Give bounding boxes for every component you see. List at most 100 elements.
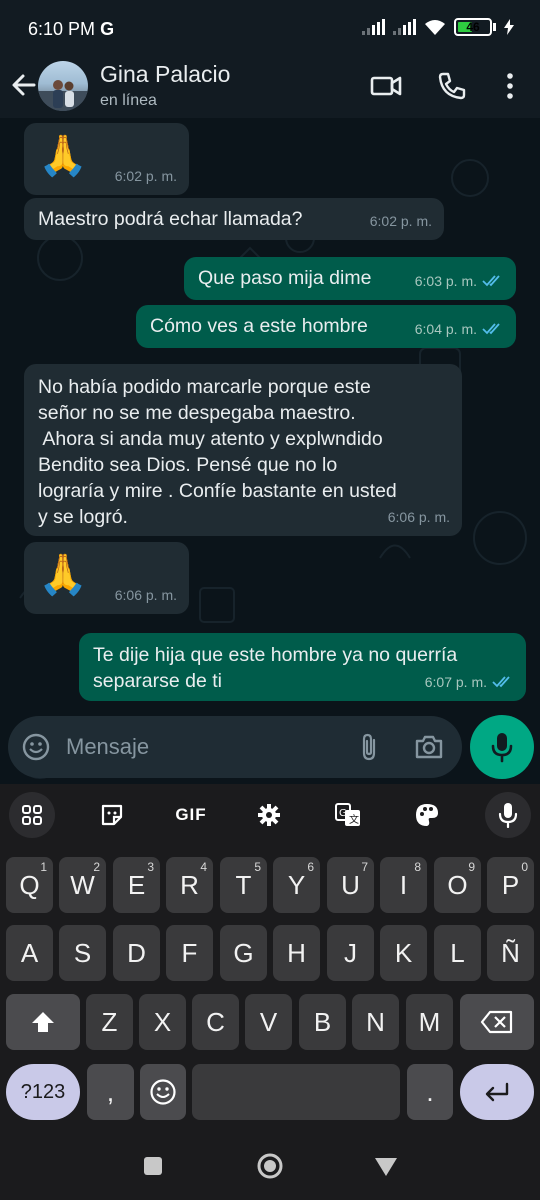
key-s[interactable]: S [59,925,106,981]
message-line: lograría y mire . Confíe bastante en ust… [38,480,397,502]
key-v[interactable]: V [245,994,292,1050]
message-line: No había podido marcarle porque este [38,376,371,398]
status-icons: 46 [362,18,514,36]
key-r[interactable]: R4 [166,857,213,913]
home-circle-icon[interactable] [256,1152,284,1180]
message-bubble-incoming[interactable]: No había podido marcarle porque este señ… [24,364,462,536]
key-n[interactable]: N [352,994,399,1050]
key-x[interactable]: X [139,994,186,1050]
on-screen-keyboard: GIF G文 Q1 W2 E3 R4 T5 Y6 U7 I8 O9 P0 A S… [0,784,540,1128]
message-time: 6:02 p. m. [369,213,432,229]
key-u[interactable]: U7 [327,857,374,913]
message-input-field[interactable]: Mensaje [66,734,149,760]
key-y[interactable]: Y6 [273,857,320,913]
key-h[interactable]: H [273,925,320,981]
period-key[interactable]: . [407,1064,453,1120]
message-bubble-outgoing[interactable]: Cómo ves a este hombre 6:04 p. m. [136,305,516,348]
attach-paperclip-icon[interactable] [357,732,381,762]
translate-icon[interactable]: G文 [325,792,371,838]
key-e[interactable]: E3 [113,857,160,913]
voice-message-button[interactable] [470,715,534,779]
video-call-icon[interactable] [368,68,404,104]
phone-icon[interactable] [434,68,470,104]
key-j[interactable]: J [327,925,374,981]
back-arrow-icon[interactable] [10,70,38,100]
gif-button[interactable]: GIF [168,792,214,838]
sticker-icon[interactable] [89,792,135,838]
palette-icon[interactable] [404,792,450,838]
message-time: 6:06 p. m. [387,509,450,525]
key-b[interactable]: B [299,994,346,1050]
key-i[interactable]: I8 [380,857,427,913]
shift-arrow-icon [32,1012,54,1032]
message-input-bar[interactable]: Mensaje [8,716,462,778]
chat-header: Gina Palacio en línea [0,56,540,118]
key-enye[interactable]: Ñ [487,925,534,981]
key-w[interactable]: W2 [59,857,106,913]
apps-grid-icon[interactable] [9,792,55,838]
enter-key[interactable] [460,1064,534,1120]
chat-area[interactable]: 🙏 6:02 p. m. Maestro podrá echar llamada… [0,118,540,782]
read-receipt-ticks-icon [482,323,500,335]
key-g[interactable]: G [220,925,267,981]
read-receipt-ticks-icon [492,676,510,688]
contact-status: en línea [100,92,157,109]
settings-gear-icon[interactable] [246,792,292,838]
spacebar[interactable] [192,1064,400,1120]
enter-arrow-icon [485,1082,509,1102]
system-navigation-bar [0,1128,540,1200]
camera-icon[interactable] [414,734,444,760]
key-t[interactable]: T5 [220,857,267,913]
message-line: Te dije hija que este hombre ya no querr… [93,644,458,666]
more-options-icon[interactable] [492,68,528,104]
key-d[interactable]: D [113,925,160,981]
contact-avatar[interactable] [38,61,88,111]
emoji-icon[interactable] [22,733,50,761]
key-z[interactable]: Z [86,994,133,1050]
read-receipt-ticks-icon [482,275,500,287]
emoji-smiley-icon [150,1079,176,1105]
svg-text:G: G [339,808,347,819]
message-line: Ahora si anda muy atento y explwndido [38,428,383,450]
key-q[interactable]: Q1 [6,857,53,913]
wifi-icon [425,19,445,35]
microphone-icon [491,733,513,763]
status-time: 6:10 PM G [28,19,115,39]
recents-square-icon[interactable] [143,1156,163,1176]
message-bubble-incoming[interactable]: 🙏 6:02 p. m. [24,123,189,195]
message-bubble-incoming[interactable]: 🙏 6:06 p. m. [24,542,189,614]
key-f[interactable]: F [166,925,213,981]
charging-bolt-icon [504,19,514,35]
key-c[interactable]: C [192,994,239,1050]
message-time: 6:06 p. m. [114,587,177,603]
symbols-key[interactable]: ?123 [6,1064,80,1120]
key-o[interactable]: O9 [434,857,481,913]
signal-2-icon [393,19,416,35]
battery-level: 46 [466,20,480,34]
contact-name[interactable]: Gina Palacio [100,61,230,88]
key-m[interactable]: M [406,994,453,1050]
key-l[interactable]: L [434,925,481,981]
carrier-indicator: G [100,19,115,39]
shift-key[interactable] [6,994,80,1050]
svg-text:文: 文 [349,813,359,826]
key-p[interactable]: P0 [487,857,534,913]
message-bubble-incoming[interactable]: Maestro podrá echar llamada? 6:02 p. m. [24,198,444,240]
backspace-icon [480,1010,513,1034]
message-line: Bendito sea Dios. Pensé que no lo [38,454,338,476]
comma-key[interactable]: , [87,1064,134,1120]
battery-icon: 46 [454,18,492,36]
back-triangle-icon[interactable] [374,1157,398,1177]
voice-input-icon[interactable] [485,792,531,838]
key-k[interactable]: K [380,925,427,981]
battery-cap [493,23,496,31]
signal-1-icon [362,19,385,35]
message-line: señor no se me despegaba maestro. [38,402,356,424]
message-time: 6:07 p. m. [425,669,514,695]
message-bubble-outgoing[interactable]: Te dije hija que este hombre ya no querr… [79,633,526,701]
backspace-key[interactable] [460,994,534,1050]
message-time: 6:04 p. m. [415,316,504,342]
key-a[interactable]: A [6,925,53,981]
emoji-key[interactable] [140,1064,186,1120]
message-bubble-outgoing[interactable]: Que paso mija dime 6:03 p. m. [184,257,516,300]
